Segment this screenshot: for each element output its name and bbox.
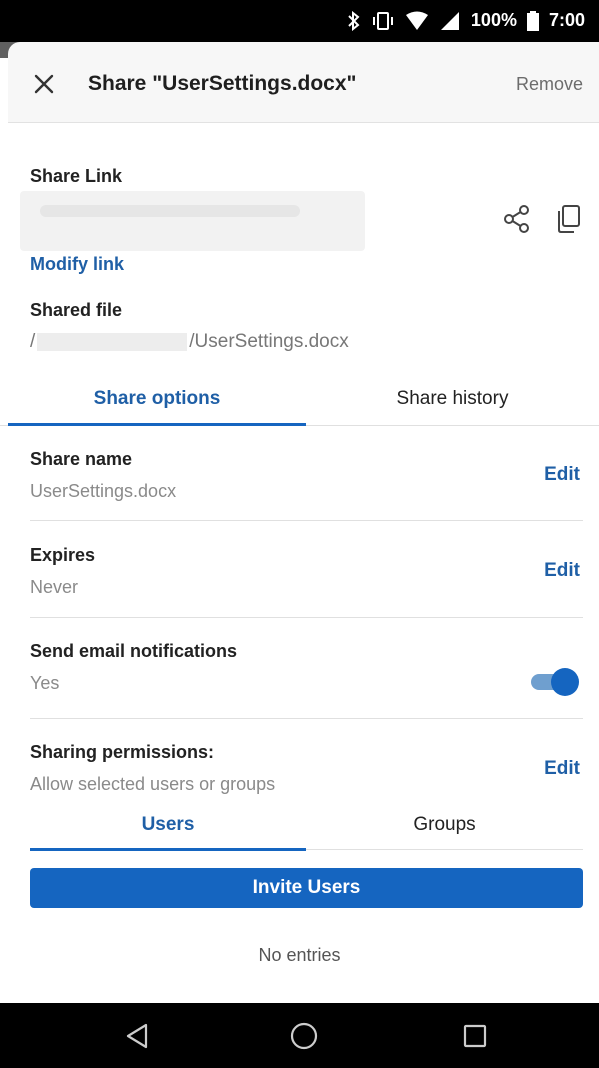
edit-expires-button[interactable]: Edit [544, 560, 580, 582]
email-notifications-toggle[interactable] [531, 668, 579, 696]
share-link-value[interactable] [20, 191, 365, 251]
empty-state-text: No entries [258, 945, 341, 965]
signal-icon [439, 11, 461, 31]
recents-icon[interactable] [455, 1021, 495, 1051]
navigation-bar [0, 1003, 599, 1068]
tab-share-options[interactable]: Share options [8, 388, 306, 410]
share-name-label: Share name [30, 449, 133, 469]
home-button[interactable] [284, 1021, 324, 1051]
home-icon[interactable] [284, 1021, 324, 1051]
close-icon[interactable] [30, 70, 58, 98]
modify-link[interactable]: Modify link [30, 254, 124, 275]
edit-permissions-button[interactable]: Edit [544, 758, 580, 780]
remove-button[interactable]: Remove [516, 74, 583, 95]
path-suffix: /UserSettings.docx [189, 331, 349, 352]
back-icon[interactable] [118, 1021, 158, 1051]
status-icons: 100% 7:00 [347, 10, 585, 31]
expires-value: Never [30, 577, 79, 597]
status-bar: 100% 7:00 [0, 0, 599, 42]
row-divider [30, 617, 583, 618]
share-name-value: UserSettings.docx [30, 481, 177, 501]
sharing-permissions-value: Allow selected users or groups [30, 774, 276, 794]
expires-label: Expires [30, 545, 96, 565]
page-title: Share "UserSettings.docx" [88, 72, 357, 95]
email-notifications-label: Send email notifications [30, 641, 238, 661]
edit-share-name-button[interactable]: Edit [544, 464, 580, 486]
tab-groups[interactable]: Groups [306, 814, 583, 836]
active-subtab-indicator [30, 848, 306, 851]
bluetooth-icon [347, 10, 361, 31]
shared-file-path: / /UserSettings.docx [30, 331, 349, 353]
shared-file-label: Shared file [30, 300, 123, 320]
path-prefix: / [30, 331, 36, 352]
toggle-knob [551, 668, 579, 696]
share-icon[interactable] [503, 204, 531, 234]
clock: 7:00 [548, 10, 585, 30]
row-divider [30, 718, 583, 719]
tab-users[interactable]: Users [30, 814, 306, 836]
copy-icon[interactable] [556, 204, 582, 234]
row-divider [30, 520, 583, 521]
tab-share-history[interactable]: Share history [306, 388, 599, 410]
battery-icon [526, 10, 539, 31]
sharing-permissions-label: Sharing permissions: [30, 742, 215, 762]
share-link-label: Share Link [30, 166, 123, 186]
active-tab-indicator [8, 423, 306, 426]
battery-text: 100% [470, 10, 517, 30]
close-button[interactable] [30, 70, 58, 98]
back-button[interactable] [118, 1021, 158, 1051]
recents-button[interactable] [455, 1021, 495, 1051]
redacted-path [37, 332, 188, 351]
vibrate-icon [371, 11, 395, 31]
email-notifications-value: Yes [30, 673, 60, 693]
wifi-icon [405, 11, 429, 31]
invite-users-button[interactable]: Invite Users [30, 868, 583, 908]
app-bar: Share "UserSettings.docx" Remove [8, 42, 599, 123]
